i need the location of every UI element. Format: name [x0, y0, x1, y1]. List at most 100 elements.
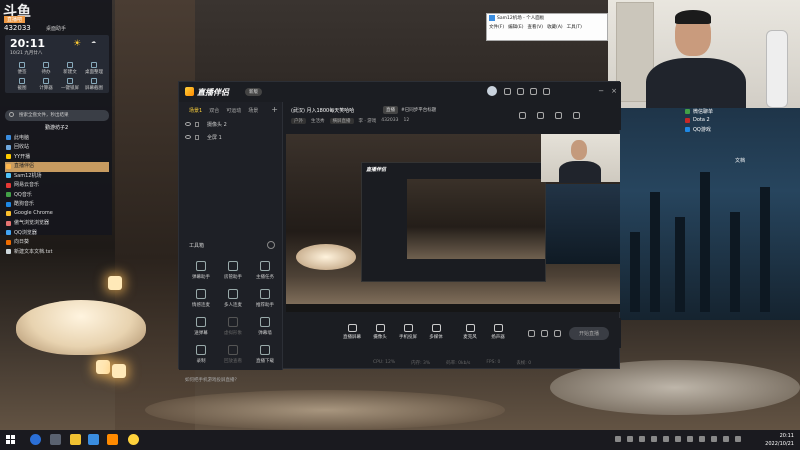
minimize-icon[interactable]: − — [598, 87, 604, 95]
gift-icon[interactable] — [537, 112, 544, 119]
microphone-button[interactable]: 麦克风 — [457, 324, 483, 340]
bell-icon[interactable] — [555, 112, 562, 119]
settings-icon[interactable] — [543, 88, 550, 95]
widget-tool-new[interactable]: 新建文 — [58, 61, 82, 77]
media-button[interactable]: 多媒体 — [423, 324, 449, 340]
desktop-item[interactable]: 网易云音乐 — [5, 181, 109, 191]
tool-download[interactable]: 直播下载 — [249, 343, 281, 371]
help-tip-link[interactable]: 如何把手机游戏投屏直播？ — [185, 377, 239, 383]
headset-icon[interactable] — [504, 88, 511, 95]
tab-scene-3[interactable]: 可运动 — [226, 107, 241, 114]
tray-icon[interactable] — [663, 436, 669, 442]
browser-window[interactable]: Sam12机场 - 个人面板 文件(F) 编辑(E) 查看(V) 收藏(A) 工… — [486, 13, 608, 41]
windows-start-icon[interactable] — [6, 435, 16, 445]
source-item[interactable]: 全屏 1 — [179, 131, 282, 144]
tool-danmaku[interactable]: 弹幕助手 — [185, 259, 217, 287]
tool-send-danmaku[interactable]: 送弹幕 — [185, 315, 217, 343]
menu-favorites[interactable]: 收藏(A) — [547, 24, 563, 30]
tool-record[interactable]: 录制 — [185, 343, 217, 371]
desktop-item[interactable]: QQ游戏 — [685, 126, 745, 135]
tool-tasks[interactable]: 主播任务 — [249, 259, 281, 287]
widget-tool-lock[interactable]: 一键锁屏 — [58, 77, 82, 93]
tray-icon[interactable] — [627, 436, 633, 442]
menu-edit[interactable]: 编辑(E) — [508, 24, 523, 30]
ime-icon[interactable] — [735, 436, 741, 442]
desktop-item[interactable]: Sam12机场 — [5, 172, 109, 182]
message-icon[interactable] — [530, 88, 537, 95]
record-video-icon[interactable] — [528, 330, 535, 337]
lock-icon[interactable] — [195, 135, 199, 140]
tool-multi-link[interactable]: 多人连麦 — [217, 287, 249, 315]
desktop-item[interactable]: YY开播 — [5, 153, 109, 163]
start-live-button[interactable]: 开始直播 — [569, 327, 609, 340]
desktop-item[interactable]: Dota 2 — [685, 117, 745, 126]
stream-preview[interactable]: 直播伴侣 — [286, 134, 620, 312]
tool-room-admin[interactable]: 房管助手 — [217, 259, 249, 287]
desktop-item[interactable]: QQ浏览器 — [5, 229, 109, 239]
close-icon[interactable]: × — [611, 87, 617, 95]
folder-icon[interactable] — [70, 434, 81, 445]
tab-scene-2[interactable]: 双合 — [209, 107, 219, 114]
network-icon[interactable] — [711, 436, 717, 442]
desktop-item-selected[interactable]: 直播伴侣 — [5, 162, 109, 172]
tray-icon[interactable] — [651, 436, 657, 442]
widget-tool-organize[interactable]: 桌面整理 — [82, 61, 106, 77]
refresh-icon[interactable] — [517, 88, 524, 95]
add-source-icon[interactable]: + — [271, 105, 278, 114]
desktop-item[interactable]: 此电脑 — [5, 134, 109, 144]
tool-replay[interactable]: 回放查看 — [217, 343, 249, 371]
tool-recommend[interactable]: 推荐助手 — [249, 287, 281, 315]
tool-avatar[interactable]: 虚拟形象 — [217, 315, 249, 343]
widget-tool-todo[interactable]: 待办 — [34, 61, 58, 77]
obs-icon[interactable] — [128, 434, 139, 445]
menu-file[interactable]: 文件(F) — [489, 24, 504, 30]
volume-icon[interactable] — [723, 436, 729, 442]
tray-icon[interactable] — [687, 436, 693, 442]
share-icon[interactable] — [519, 112, 526, 119]
desktop-item[interactable]: 微信聊单 — [685, 108, 745, 117]
desktop-item[interactable]: 酷狗音乐 — [5, 200, 109, 210]
toolbox-settings-icon[interactable] — [267, 241, 275, 249]
desktop-item[interactable]: 向日葵 — [5, 238, 109, 248]
camera-button[interactable]: 摄像头 — [367, 324, 393, 340]
live-companion-taskbar-icon[interactable] — [107, 434, 118, 445]
phone-cast-button[interactable]: 手机投屏 — [395, 324, 421, 340]
desktop-item[interactable]: Google Chrome — [5, 210, 109, 220]
widget-tool-capture[interactable]: 屏幕截图 — [82, 77, 106, 93]
widget-tool-calculator[interactable]: 计算器 — [34, 77, 58, 93]
gear-icon[interactable] — [554, 330, 561, 337]
desktop-item[interactable]: 新建文本文档.txt — [5, 248, 109, 258]
tray-icon[interactable] — [639, 436, 645, 442]
taskbar-clock[interactable]: 20:11 2022/10/21 — [760, 432, 794, 448]
tool-danmaku-wall[interactable]: 弹幕墙 — [249, 315, 281, 343]
avatar[interactable] — [487, 86, 497, 96]
edge-icon[interactable] — [30, 434, 41, 445]
tray-icon[interactable] — [699, 436, 705, 442]
version-badge[interactable]: 新版 — [245, 88, 262, 96]
widget-tool-notes[interactable]: 便签 — [10, 61, 34, 77]
clip-icon[interactable] — [541, 330, 548, 337]
lock-icon[interactable] — [195, 122, 199, 127]
menu-view[interactable]: 查看(V) — [527, 24, 543, 30]
menu-tools[interactable]: 工具(T) — [567, 24, 582, 30]
room-sync-note[interactable]: #已同步平台标题 — [401, 107, 436, 113]
more-icon[interactable] — [573, 112, 580, 119]
desktop-item[interactable]: QQ音乐 — [5, 191, 109, 201]
screen-capture-button[interactable]: 直播屏幕 — [339, 324, 365, 340]
tray-icon[interactable] — [675, 436, 681, 442]
tab-scene-4[interactable]: 场景 — [248, 107, 258, 114]
tray-icon[interactable] — [615, 436, 621, 442]
desktop-item[interactable]: 回收站 — [5, 143, 109, 153]
widget-tool-screenshot[interactable]: 截图 — [10, 77, 34, 93]
room-category[interactable]: 户外 — [291, 118, 306, 124]
eye-icon[interactable] — [185, 122, 191, 126]
speaker-button[interactable]: 扬声器 — [485, 324, 511, 340]
widget-search-input[interactable]: 搜索全盘文件，秒出结果 — [5, 110, 109, 121]
file-explorer-icon[interactable] — [50, 434, 61, 445]
browser-taskbar-icon[interactable] — [88, 434, 99, 445]
tool-emotion-link[interactable]: 情感连麦 — [185, 287, 217, 315]
desktop-item[interactable]: 傲气浏览浏览器 — [5, 219, 109, 229]
tab-scene-1[interactable]: 场景1 — [189, 107, 202, 114]
source-item[interactable]: 摄像头 2 — [179, 118, 282, 131]
orientation-select[interactable]: 横屏直播 — [329, 118, 354, 124]
